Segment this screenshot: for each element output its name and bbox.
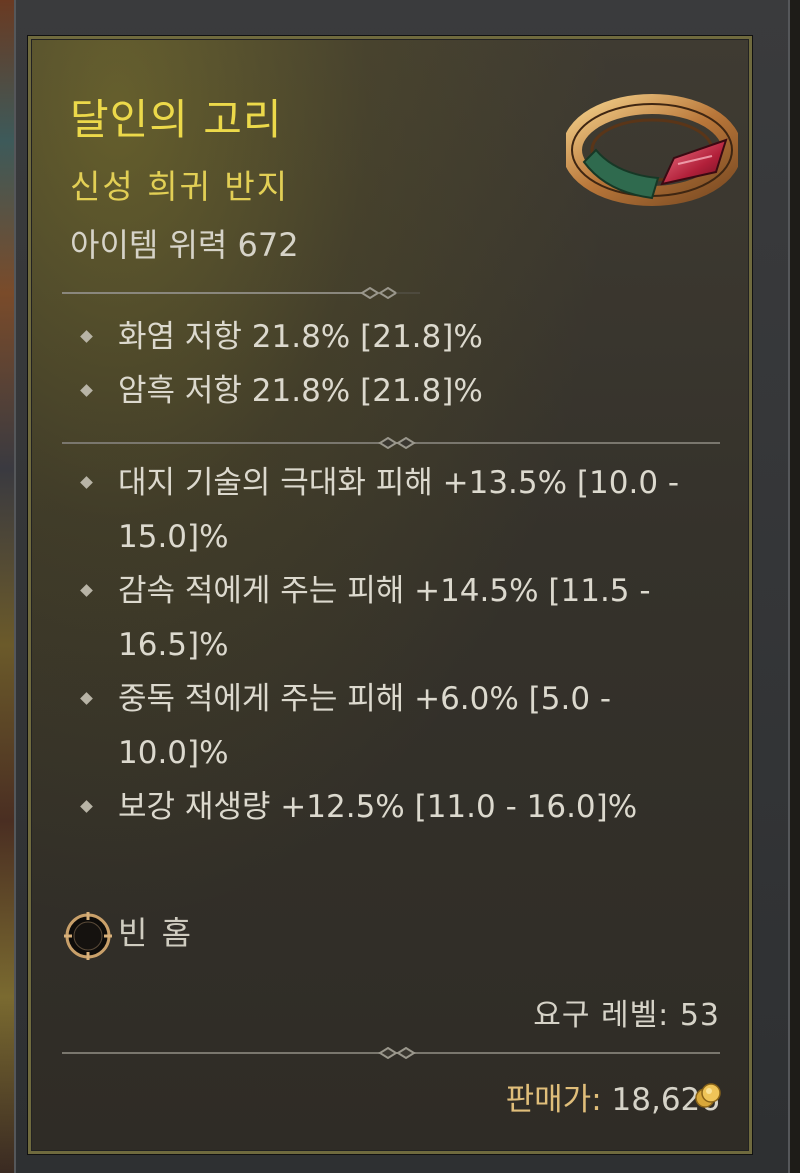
affix-list: 대지 기술의 극대화 피해 +13.5% [10.0 - 15.0]% 감속 적… — [80, 456, 718, 834]
background-edge — [0, 0, 14, 1173]
item-power: 아이템 위력 672 — [70, 226, 299, 264]
section-divider — [62, 437, 720, 449]
stat-line: 보강 재생량 +12.5% [11.0 - 16.0]% — [80, 780, 718, 834]
bullet-icon — [80, 584, 93, 597]
resistance-list: 화염 저항 21.8% [21.8]% 암흑 저항 21.8% [21.8]% — [80, 310, 718, 418]
bullet-icon — [80, 800, 93, 813]
bullet-icon — [80, 384, 93, 397]
gold-coin-icon — [695, 1083, 721, 1108]
bullet-icon — [80, 692, 93, 705]
stat-line: 암흑 저항 21.8% [21.8]% — [80, 364, 718, 418]
item-name: 달인의 고리 — [70, 95, 283, 144]
socket-label: 빈 홈 — [118, 914, 194, 952]
ring-icon — [566, 94, 738, 206]
stat-line: 대지 기술의 극대화 피해 +13.5% [10.0 - 15.0]% — [80, 456, 718, 564]
item-type: 신성 희귀 반지 — [70, 167, 290, 206]
bullet-icon — [80, 330, 93, 343]
section-divider — [62, 1047, 720, 1059]
bullet-icon — [80, 476, 93, 489]
stat-line: 화염 저항 21.8% [21.8]% — [80, 310, 718, 364]
empty-socket-icon — [64, 912, 112, 960]
sell-price: 판매가: 18,626 — [506, 1074, 720, 1119]
stat-line: 중독 적에게 주는 피해 +6.0% [5.0 - 10.0]% — [80, 672, 718, 780]
section-divider — [62, 287, 720, 299]
stat-line: 감속 적에게 주는 피해 +14.5% [11.5 - 16.5]% — [80, 564, 718, 672]
sell-price-label: 판매가: — [505, 1082, 602, 1118]
required-level: 요구 레벨: 53 — [533, 998, 720, 1033]
